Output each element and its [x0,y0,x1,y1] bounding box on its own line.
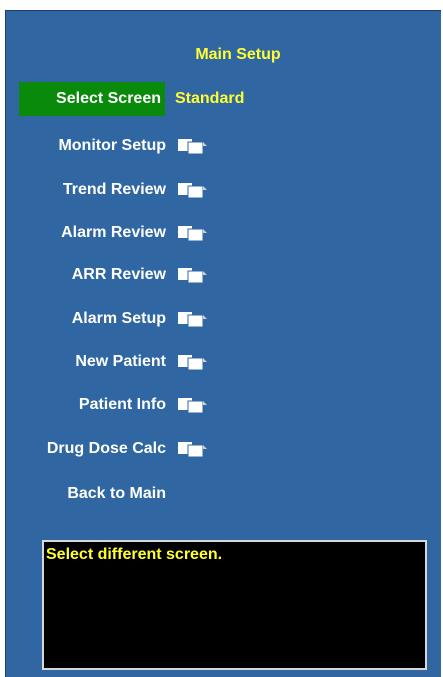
copy-pages-icon[interactable] [177,397,209,413]
screen: Main Setup Select Screen Standard Monito… [0,0,443,677]
alarm-review-item[interactable]: Alarm Review [61,223,166,243]
help-message-box: Select different screen. [42,540,427,670]
copy-pages-icon[interactable] [177,138,209,154]
back-to-main-item[interactable]: Back to Main [67,484,166,504]
copy-pages-icon[interactable] [177,354,209,370]
copy-pages-icon[interactable] [177,311,209,327]
patient-info-item[interactable]: Patient Info [79,395,166,415]
arr-review-item[interactable]: ARR Review [72,265,166,285]
help-message-text: Select different screen. [46,546,223,563]
copy-pages-icon[interactable] [177,267,209,283]
page-title: Main Setup [195,46,281,63]
select-screen-label: Select Screen [56,90,161,107]
monitor-setup-item[interactable]: Monitor Setup [58,136,166,156]
copy-pages-icon[interactable] [177,225,209,241]
main-setup-panel: Main Setup Select Screen Standard Monito… [5,10,441,677]
alarm-setup-item[interactable]: Alarm Setup [72,309,166,329]
trend-review-item[interactable]: Trend Review [63,180,166,200]
copy-pages-icon[interactable] [177,441,209,457]
select-screen-value: Standard [175,90,245,107]
select-screen-button[interactable]: Select Screen [19,82,165,116]
drug-dose-calc-item[interactable]: Drug Dose Calc [47,439,166,459]
copy-pages-icon[interactable] [177,182,209,198]
new-patient-item[interactable]: New Patient [75,352,166,372]
